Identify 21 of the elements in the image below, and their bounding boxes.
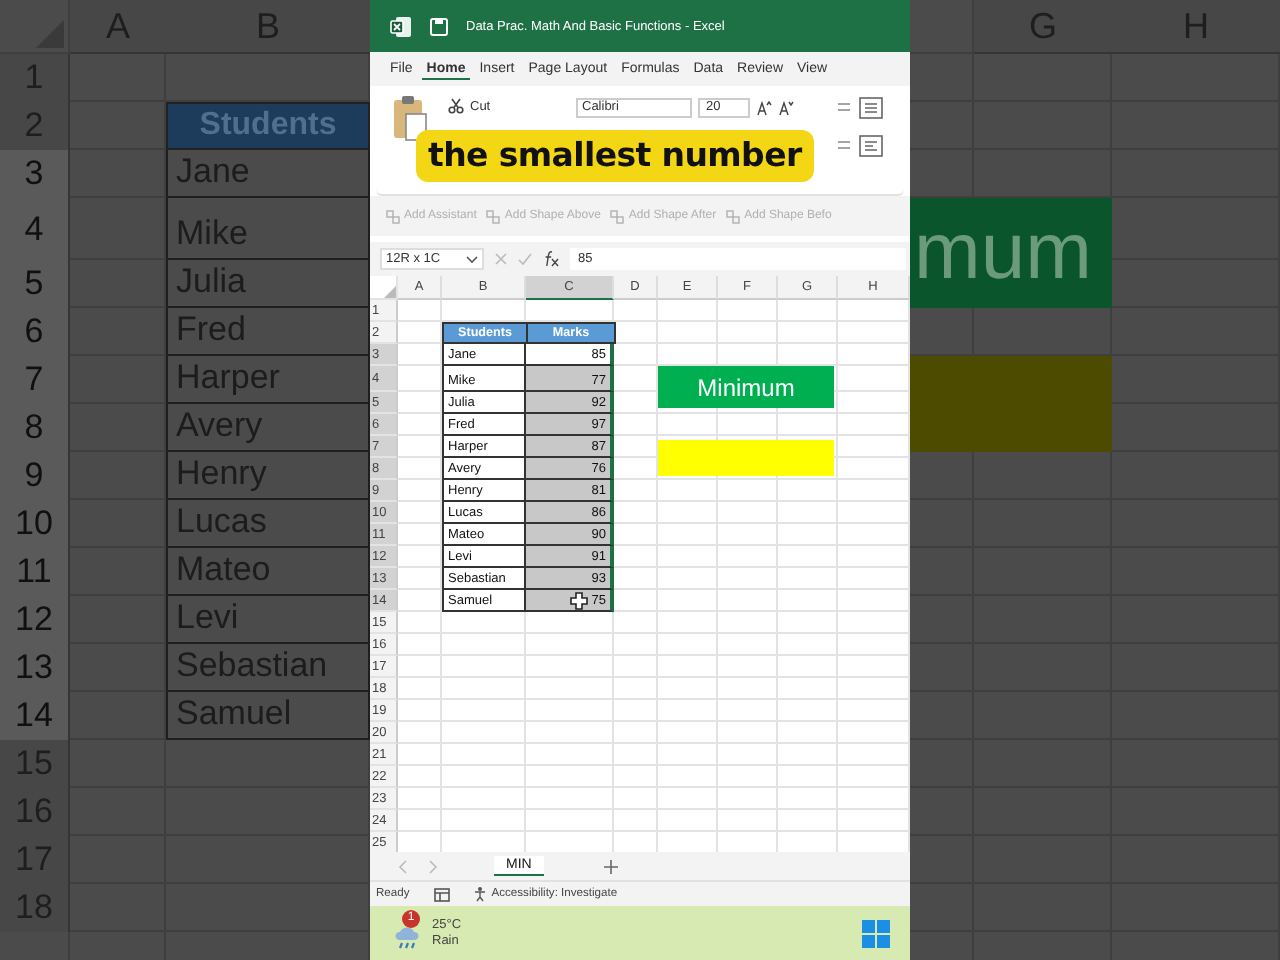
shapes-icon	[610, 209, 625, 223]
excel-logo-icon	[390, 15, 412, 37]
cursor-icon	[570, 592, 588, 610]
clipboard-icon[interactable]	[392, 94, 428, 142]
decrease-font-size-icon[interactable]	[778, 100, 794, 116]
add-sheet-icon[interactable]	[603, 859, 618, 873]
select-all-corner-icon[interactable]	[384, 286, 396, 298]
video-caption: the smallest number	[416, 130, 814, 182]
shapes-icon	[386, 209, 400, 223]
shapes-icon	[726, 209, 741, 223]
increase-font-size-icon[interactable]	[756, 100, 772, 116]
minimum-label-cell: mum	[910, 198, 1112, 308]
shapes-icon	[486, 209, 501, 223]
minimum-label-cell: Minimum	[658, 366, 834, 408]
scissors-icon[interactable]	[448, 98, 464, 114]
save-icon[interactable]	[430, 17, 448, 35]
windows-logo-icon[interactable]	[862, 919, 890, 947]
macro-icon[interactable]	[433, 887, 450, 901]
function-icon[interactable]	[542, 250, 560, 268]
accessibility-icon[interactable]	[473, 886, 490, 902]
check-icon[interactable]	[518, 252, 532, 266]
